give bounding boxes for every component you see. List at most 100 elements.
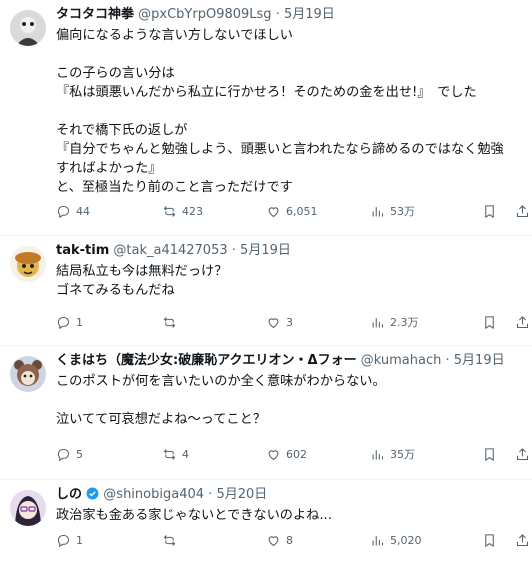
text-line <box>56 102 524 121</box>
text-line: このポストが何を言いたいのか全く意味がわからない。 <box>56 374 386 389</box>
tweet-text: このポストが何を言いたいのか全く意味がわからない。 泣いてて可哀想だよね〜ってこ… <box>56 372 524 429</box>
views-button[interactable]: 35万 <box>370 446 415 462</box>
retweet-button[interactable] <box>162 315 182 330</box>
tweet-header: くまはち（魔法少女:破廉恥アクエリオン・Δフォー @kumahach · 5月1… <box>56 352 524 370</box>
action-right <box>482 533 530 548</box>
tweet-date[interactable]: 5月20日 <box>216 487 267 502</box>
author-handle[interactable]: @kumahach <box>361 353 442 368</box>
views-button[interactable]: 2.3万 <box>370 314 419 330</box>
like-icon <box>268 317 279 328</box>
like-button[interactable]: 602 <box>266 447 307 462</box>
text-line: と、至極当たり前のこと言っただけです <box>56 180 293 195</box>
tweet-date[interactable]: 5月19日 <box>240 243 291 258</box>
views-icon <box>372 206 384 216</box>
tweet-2[interactable]: tak-tim @tak_a41427053 · 5月19日 結局私立も今は無料… <box>0 236 532 346</box>
share-icon[interactable] <box>515 533 530 548</box>
verified-icon <box>86 487 99 500</box>
like-button[interactable]: 8 <box>266 533 293 548</box>
reply-button[interactable]: 5 <box>56 447 83 462</box>
author-handle[interactable]: @pxCbYrpO9809Lsg <box>138 7 271 22</box>
retweet-icon <box>163 316 176 328</box>
text-line: それで橋下氏の返しが <box>56 123 188 138</box>
views-count: 53万 <box>390 205 415 218</box>
text-line: 泣いてて可哀想だよね〜ってこと？ <box>56 412 266 427</box>
retweet-button[interactable] <box>162 533 182 548</box>
like-icon <box>268 206 279 217</box>
author-name[interactable]: しの <box>56 487 82 502</box>
share-icon[interactable] <box>515 447 530 462</box>
reply-count: 44 <box>76 204 90 218</box>
like-count: 8 <box>286 533 293 547</box>
retweet-count: 423 <box>182 204 203 218</box>
like-count: 6,051 <box>286 204 318 218</box>
views-count: 5,020 <box>390 533 422 547</box>
text-line: ゴネてみるもんだね <box>56 283 175 298</box>
tweet-date[interactable]: 5月19日 <box>284 7 335 22</box>
separator-dot: · <box>445 353 450 368</box>
share-icon[interactable] <box>515 204 530 219</box>
text-line: 偏向になるような言い方しないでほしい <box>56 28 293 43</box>
tweet-4[interactable]: しの @shinobiga404 · 5月20日 政治家も金ある家じゃないとでき… <box>0 480 532 570</box>
retweet-icon <box>163 534 176 546</box>
text-line: この子らの言い分は <box>56 66 175 81</box>
retweet-button[interactable]: 423 <box>162 204 203 219</box>
author-name[interactable]: tak-tim <box>56 243 109 258</box>
like-button[interactable]: 6,051 <box>266 204 318 219</box>
retweet-button[interactable]: 4 <box>162 447 189 462</box>
tweet-text: 政治家も金ある家じゃないとできないのよね... <box>56 506 524 525</box>
tweet-1[interactable]: タコタコ神拳 @pxCbYrpO9809Lsg · 5月19日 偏向になるような… <box>0 0 532 236</box>
text-line: すればよかった』 <box>56 161 162 176</box>
views-button[interactable]: 53万 <box>370 203 415 219</box>
views-icon <box>372 317 384 327</box>
tweet-header: タコタコ神拳 @pxCbYrpO9809Lsg · 5月19日 <box>56 6 524 24</box>
retweet-count: 4 <box>182 447 189 461</box>
like-button[interactable]: 3 <box>266 315 293 330</box>
separator-dot: · <box>208 487 213 502</box>
avatar[interactable] <box>10 246 46 282</box>
avatar[interactable] <box>10 10 46 46</box>
tweet-date[interactable]: 5月19日 <box>454 353 505 368</box>
reply-icon <box>57 205 70 218</box>
reply-count: 1 <box>76 533 83 547</box>
views-count: 2.3万 <box>390 316 419 329</box>
reply-count: 5 <box>76 447 83 461</box>
views-count: 35万 <box>390 448 415 461</box>
reply-count: 1 <box>76 315 83 329</box>
text-line: 結局私立も今は無料だっけ？ <box>56 264 228 279</box>
author-name[interactable]: タコタコ神拳 <box>56 7 134 22</box>
tweet-text: 偏向になるような言い方しないでほしい この子らの言い分は 『私は頭悪いんだから私… <box>56 26 524 197</box>
reply-button[interactable]: 44 <box>56 204 90 219</box>
action-right <box>482 315 530 330</box>
views-button[interactable]: 5,020 <box>370 533 422 548</box>
reply-button[interactable]: 1 <box>56 315 83 330</box>
reply-icon <box>57 534 70 547</box>
like-count: 3 <box>286 315 293 329</box>
author-name[interactable]: くまはち（魔法少女:破廉恥アクエリオン・Δフォー <box>56 353 357 368</box>
views-icon <box>372 449 384 459</box>
avatar[interactable] <box>10 356 46 392</box>
separator-dot: · <box>275 7 280 22</box>
bookmark-icon[interactable] <box>482 315 497 330</box>
bookmark-icon[interactable] <box>482 204 497 219</box>
author-handle[interactable]: @tak_a41427053 <box>113 243 227 258</box>
avatar[interactable] <box>10 490 46 526</box>
reply-button[interactable]: 1 <box>56 533 83 548</box>
author-handle[interactable]: @shinobiga404 <box>103 487 204 502</box>
text-line <box>56 391 524 410</box>
text-line: 『自分でちゃんと勉強しよう、頭悪いと言われたなら諦めるのではなく勉強 <box>56 142 504 157</box>
bookmark-icon[interactable] <box>482 447 497 462</box>
reply-icon <box>57 448 70 461</box>
separator-dot: · <box>231 243 236 258</box>
reply-icon <box>57 316 70 329</box>
tweet-header: tak-tim @tak_a41427053 · 5月19日 <box>56 242 524 260</box>
share-icon[interactable] <box>515 315 530 330</box>
bookmark-icon[interactable] <box>482 533 497 548</box>
views-icon <box>372 535 384 545</box>
tweet-3[interactable]: くまはち（魔法少女:破廉恥アクエリオン・Δフォー @kumahach · 5月1… <box>0 346 532 480</box>
like-count: 602 <box>286 447 307 461</box>
like-icon <box>268 449 279 460</box>
action-right <box>482 204 530 219</box>
text-line: 政治家も金ある家じゃないとできないのよね... <box>56 508 332 523</box>
like-icon <box>268 535 279 546</box>
retweet-icon <box>163 448 176 460</box>
